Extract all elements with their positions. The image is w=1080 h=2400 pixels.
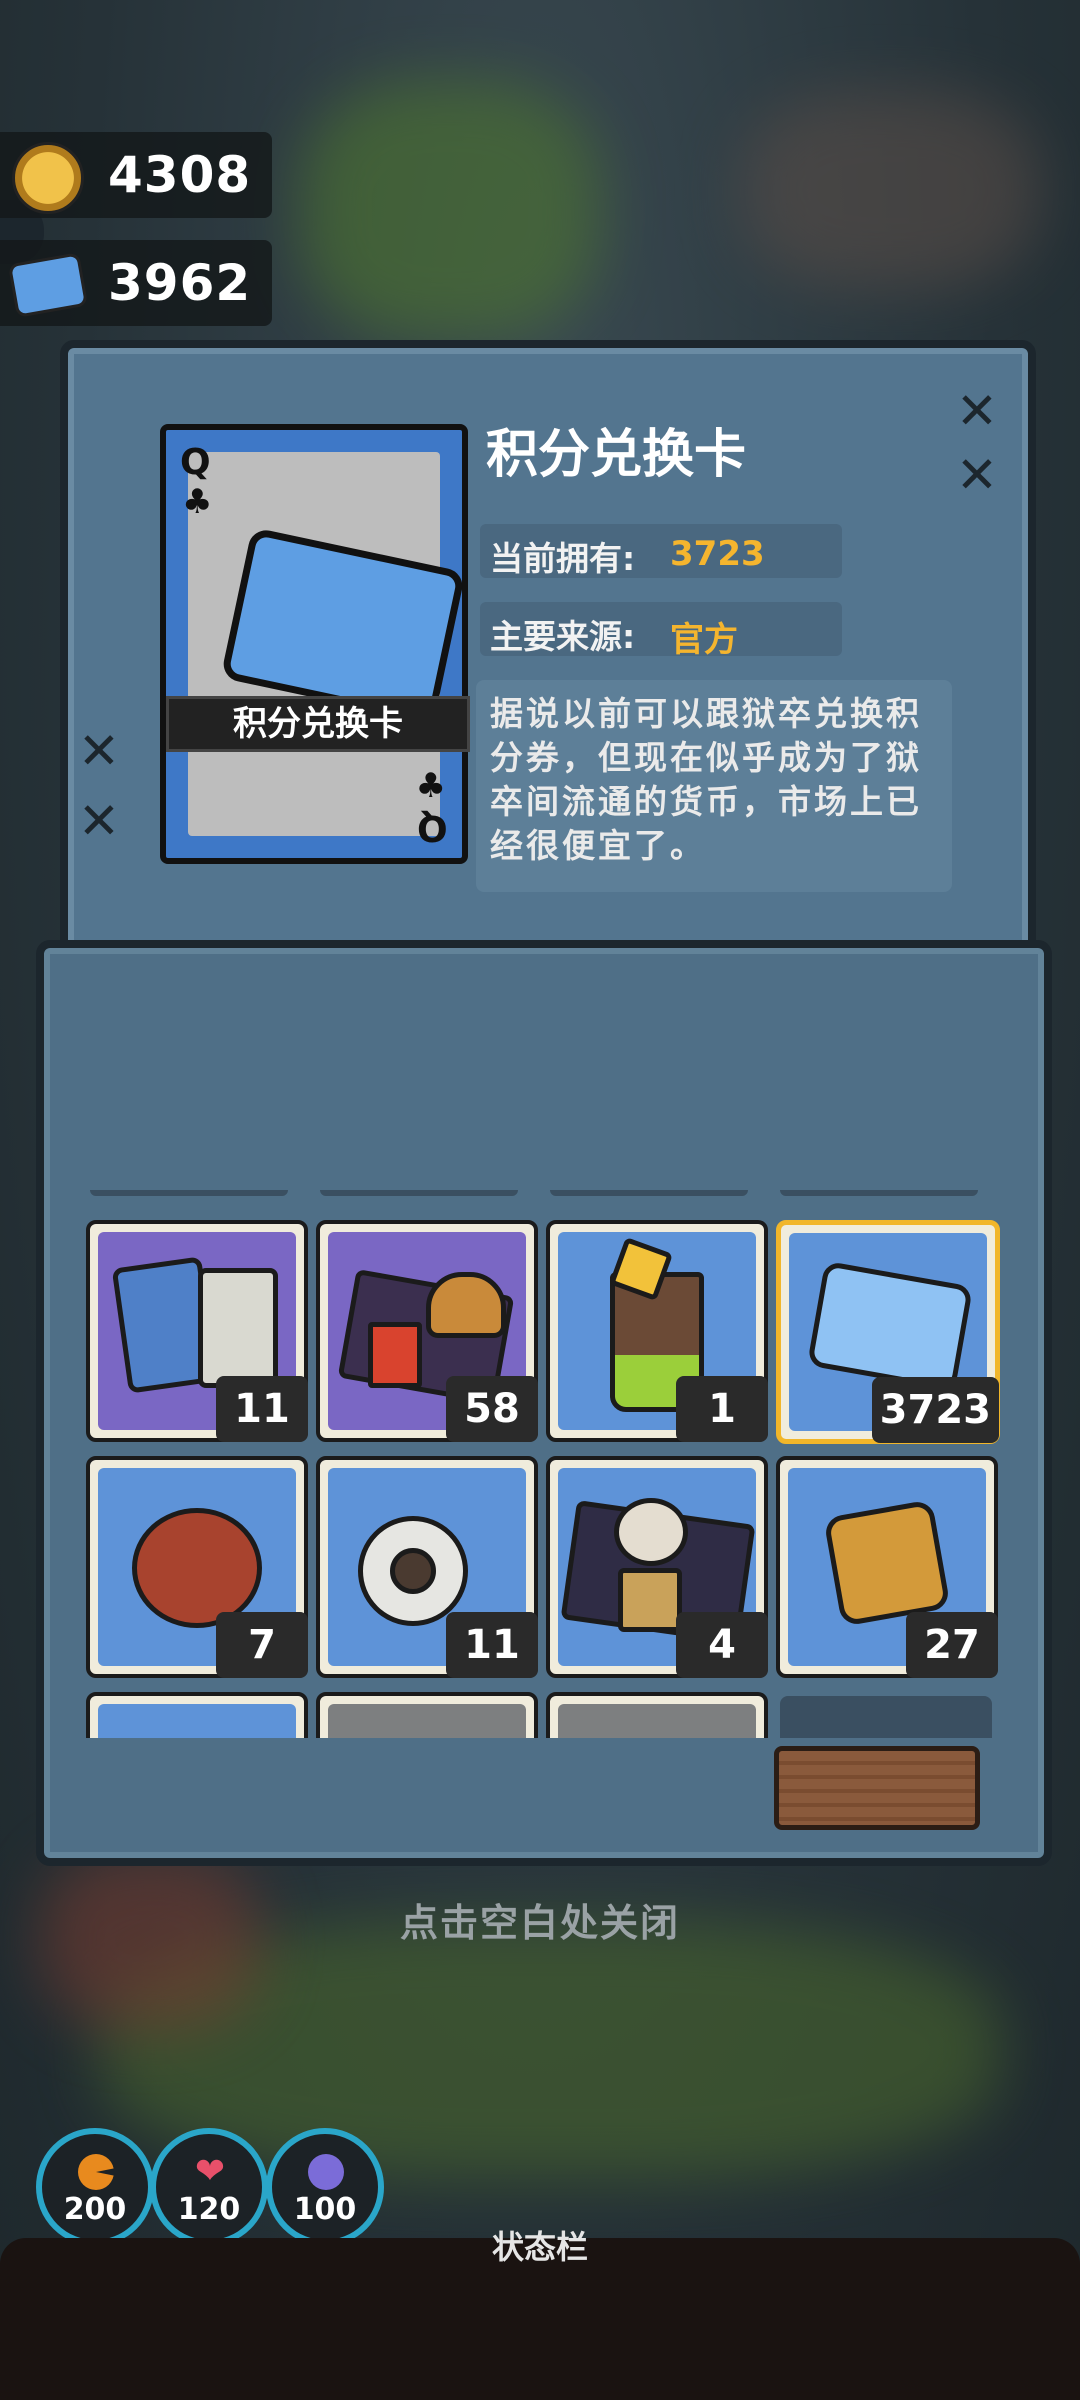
- inventory-slot[interactable]: 1: [546, 1220, 768, 1442]
- item-title: 积分兑换卡: [486, 425, 747, 485]
- background-foliage: [300, 80, 600, 340]
- scrolled-row-edge: [320, 1190, 518, 1196]
- owned-row: 当前拥有: 3723: [480, 524, 842, 578]
- inventory-slot[interactable]: 4: [546, 1456, 768, 1678]
- inventory-slot[interactable]: 58: [316, 1220, 538, 1442]
- ticket-value: 3962: [108, 254, 252, 312]
- coin-value: 4308: [108, 146, 252, 204]
- slot-background: [558, 1704, 756, 1738]
- coin-icon: [12, 142, 84, 214]
- points-card-illustration: [220, 527, 466, 723]
- brain-icon: [308, 2154, 344, 2190]
- inventory-slot[interactable]: [546, 1692, 768, 1738]
- inventory-slot[interactable]: 7: [86, 1456, 308, 1678]
- scrolled-row-edge: [90, 1190, 288, 1196]
- fries-icon: [368, 1322, 422, 1388]
- decor-x-icon: ✕: [956, 446, 998, 504]
- empty-slot: [780, 1696, 992, 1738]
- item-description-box: 据说以前可以跟狱卒兑换积分券，但现在似乎成为了狱卒间流通的货币，市场上已经很便宜…: [476, 680, 952, 892]
- card-rank-top: Q: [180, 442, 211, 483]
- points-card-icon: [806, 1260, 974, 1392]
- inventory-slot[interactable]: 27: [776, 1456, 998, 1678]
- roll-core-icon: [390, 1548, 436, 1594]
- inventory-slot-selected[interactable]: 3723: [776, 1220, 1000, 1444]
- ticket-icon: [7, 252, 89, 318]
- inventory-grid[interactable]: 11 58 1 3723 7 11 4 27: [80, 1190, 1006, 1738]
- slot-count: 11: [216, 1376, 308, 1442]
- card-face: [188, 452, 466, 836]
- ticket-counter: 3962: [0, 240, 272, 326]
- slot-count: 4: [676, 1612, 768, 1678]
- slot-count: 1: [676, 1376, 768, 1442]
- pastry-icon: [823, 1499, 951, 1627]
- scrolled-row-edge: [550, 1190, 748, 1196]
- inventory-slot[interactable]: [86, 1692, 308, 1738]
- decor-x-icon: ✕: [78, 722, 120, 780]
- slot-count: 58: [446, 1376, 538, 1442]
- decor-x-icon: ✕: [78, 792, 120, 850]
- coin-counter: 4308: [0, 132, 272, 218]
- source-row: 主要来源: 官方: [480, 602, 842, 660]
- decor-x-icon: ✕: [956, 382, 998, 440]
- slot-count: 27: [906, 1612, 998, 1678]
- slot-count: 7: [216, 1612, 308, 1678]
- item-card: Q ♣ ♣ Q 积分兑换卡: [160, 424, 470, 864]
- bun-icon: [614, 1498, 688, 1566]
- card-suit-top: ♣: [182, 482, 213, 522]
- card-label: 积分兑换卡: [166, 696, 470, 752]
- source-value: 官方: [670, 620, 738, 660]
- burger-icon: [426, 1272, 506, 1338]
- background-building: [740, 90, 1040, 290]
- mooncake-icon: [132, 1508, 262, 1628]
- slot-background: [98, 1704, 296, 1738]
- inventory-slot[interactable]: [316, 1692, 538, 1738]
- slot-count: 11: [446, 1612, 538, 1678]
- item-description: 据说以前可以跟狱卒兑换积分券，但现在似乎成为了狱卒间流通的货币，市场上已经很便宜…: [490, 694, 922, 865]
- pills-icon: [198, 1268, 278, 1388]
- hunger-icon: [78, 2154, 114, 2190]
- wooden-plank-button[interactable]: [774, 1746, 980, 1830]
- card-suit-bottom: ♣: [415, 766, 446, 806]
- owned-label: 当前拥有:: [490, 539, 636, 578]
- toast-icon: [618, 1568, 682, 1632]
- status-bar-label: 状态栏: [491, 2228, 588, 2266]
- source-label: 主要来源:: [490, 617, 636, 656]
- scrolled-row-edge: [780, 1190, 978, 1196]
- slot-background: [328, 1704, 526, 1738]
- owned-value: 3723: [670, 534, 765, 574]
- slot-count: 3723: [871, 1377, 999, 1443]
- inventory-slot[interactable]: 11: [316, 1456, 538, 1678]
- heart-icon: ❤: [194, 2151, 226, 2192]
- inventory-slot[interactable]: 11: [86, 1220, 308, 1442]
- close-hint[interactable]: 点击空白处关闭: [0, 1892, 1080, 1947]
- card-rank-bottom: Q: [417, 807, 448, 848]
